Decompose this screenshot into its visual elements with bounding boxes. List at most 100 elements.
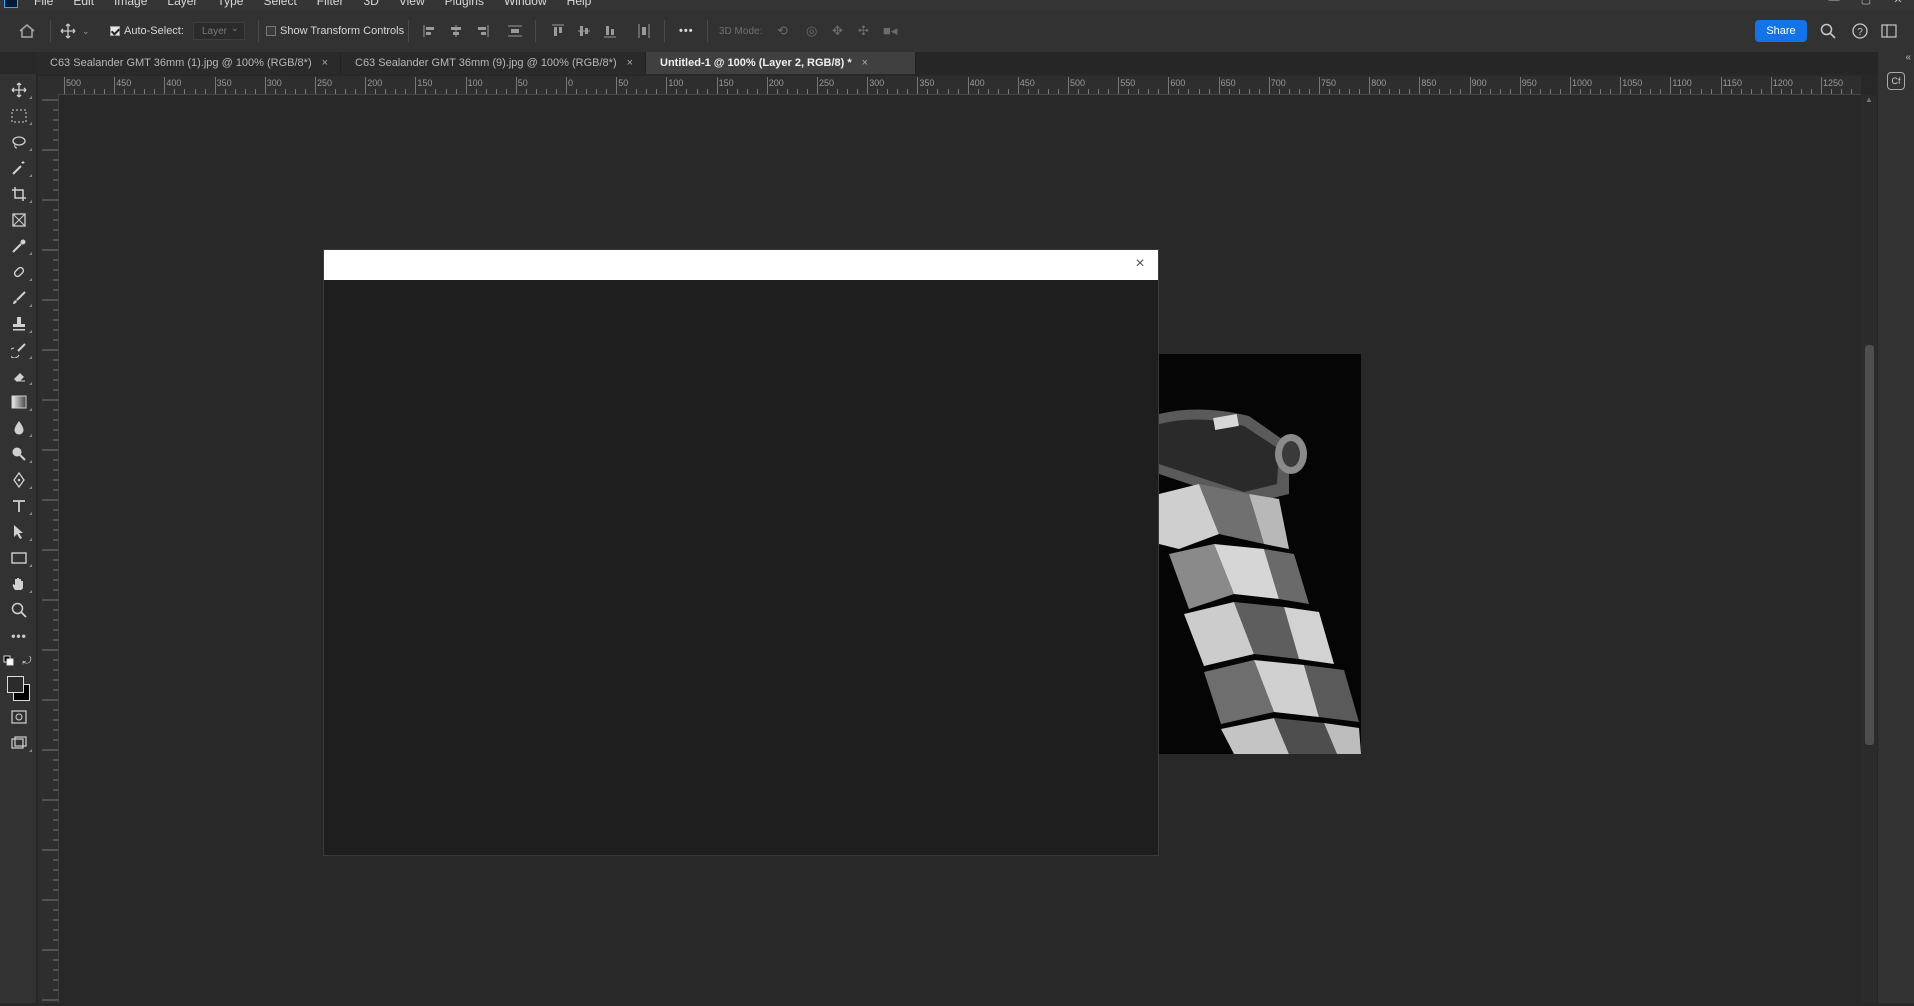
vertical-ruler[interactable] xyxy=(38,94,59,1003)
type-tool-icon[interactable] xyxy=(8,496,32,516)
horizontal-ruler[interactable]: 500 450 400 350 300 250 200 150 100 50 0 50 100 150 20… xyxy=(58,76,1861,95)
tab-document-1[interactable]: C63 Sealander GMT 36mm (1).jpg @ 100% (R… xyxy=(36,52,341,74)
ruler-major-tick xyxy=(1168,77,1170,94)
edit-toolbar-icon[interactable]: ••• xyxy=(8,626,30,646)
align-bottom-edges-icon[interactable] xyxy=(603,10,617,52)
menu-file[interactable]: File xyxy=(34,0,53,8)
ruler-minor-tick xyxy=(1037,89,1039,94)
distribute-vertical-icon[interactable] xyxy=(507,10,523,52)
orbit-3d-icon[interactable]: ⟲ xyxy=(777,10,788,52)
menu-image[interactable]: Image xyxy=(114,0,147,8)
ruler-minor-tick xyxy=(535,89,537,94)
menu-plugins[interactable]: Plugins xyxy=(445,0,484,8)
video-camera-3d-icon[interactable]: ■◂ xyxy=(883,10,897,52)
ruler-minor-tick xyxy=(294,89,296,94)
magic-wand-tool-icon[interactable] xyxy=(8,158,32,178)
maximize-icon[interactable]: ▢ xyxy=(1850,0,1882,6)
tab-document-9[interactable]: C63 Sealander GMT 36mm (9).jpg @ 100% (R… xyxy=(341,52,646,74)
align-vertical-centers-icon[interactable] xyxy=(577,10,591,52)
auto-select-target-value[interactable]: Layer xyxy=(193,20,245,40)
ruler-minor-tick xyxy=(1078,89,1080,94)
zoom-tool-icon[interactable] xyxy=(8,600,30,620)
search-icon[interactable] xyxy=(1820,10,1836,52)
crop-tool-icon[interactable] xyxy=(8,184,32,204)
workspace-icon[interactable] xyxy=(1881,10,1897,52)
slide-3d-icon[interactable]: ✣ xyxy=(858,10,869,52)
menu-filter[interactable]: Filter xyxy=(317,0,344,8)
close-icon[interactable]: × xyxy=(1130,254,1150,274)
auto-select-target-dropdown[interactable]: Layer xyxy=(193,10,245,52)
home-icon[interactable] xyxy=(18,10,36,52)
hand-tool-icon[interactable] xyxy=(8,574,32,594)
ruler-minor-tick xyxy=(375,89,377,94)
history-brush-tool-icon[interactable] xyxy=(8,340,32,360)
eraser-tool-icon[interactable] xyxy=(8,366,32,386)
blur-tool-icon[interactable] xyxy=(8,418,32,438)
creative-cloud-libraries-icon[interactable]: Cf xyxy=(1887,72,1905,90)
tab-untitled-1[interactable]: Untitled-1 @ 100% (Layer 2, RGB/8) * × xyxy=(646,52,916,74)
menu-help[interactable]: Help xyxy=(567,0,592,8)
close-window-icon[interactable]: ✕ xyxy=(1882,0,1914,6)
menu-view[interactable]: View xyxy=(399,0,425,8)
eyedropper-tool-icon[interactable] xyxy=(8,236,32,256)
marquee-tool-icon[interactable] xyxy=(8,106,32,126)
rectangle-tool-icon[interactable] xyxy=(8,548,32,568)
show-transform-controls-checkbox[interactable]: Show Transform Controls xyxy=(266,10,404,52)
menu-type[interactable]: Type xyxy=(217,0,243,8)
default-colors-icon[interactable] xyxy=(2,654,16,668)
lasso-tool-icon[interactable] xyxy=(8,132,32,152)
menu-layer[interactable]: Layer xyxy=(167,0,197,8)
frame-tool-icon[interactable] xyxy=(8,210,30,230)
clone-stamp-tool-icon[interactable] xyxy=(8,314,32,334)
ruler-minor-tick xyxy=(1389,89,1391,94)
gradient-tool-icon[interactable] xyxy=(8,392,32,412)
move-tool-icon[interactable] xyxy=(8,80,32,100)
align-right-edges-icon[interactable] xyxy=(474,10,490,52)
vertical-scrollbar[interactable]: ▲ xyxy=(1862,95,1877,1003)
ruler-minor-tick xyxy=(1700,89,1702,94)
distribute-horizontal-icon[interactable] xyxy=(637,10,651,52)
close-tab-icon[interactable]: × xyxy=(862,57,868,69)
ruler-minor-tick xyxy=(475,89,477,94)
ruler-minor-tick xyxy=(877,89,879,94)
ruler-label: 1200 xyxy=(1772,78,1793,88)
minimize-icon[interactable]: — xyxy=(1818,0,1850,6)
align-top-edges-icon[interactable] xyxy=(551,10,565,52)
screen-mode-icon[interactable] xyxy=(8,733,32,753)
align-horizontal-centers-icon[interactable] xyxy=(448,10,464,52)
move-tool-preset-icon[interactable]: ⌄ xyxy=(60,10,90,52)
ruler-minor-tick xyxy=(134,89,136,94)
quick-mask-icon[interactable] xyxy=(8,707,30,727)
close-tab-icon[interactable]: × xyxy=(322,57,328,69)
ruler-minor-tick xyxy=(796,89,798,94)
dodge-tool-icon[interactable] xyxy=(8,444,32,464)
menu-edit[interactable]: Edit xyxy=(73,0,94,8)
more-options-button[interactable]: ••• xyxy=(679,10,694,52)
close-tab-icon[interactable]: × xyxy=(627,57,633,69)
help-icon[interactable]: ? xyxy=(1852,10,1868,52)
chevron-down-icon[interactable]: ⌄ xyxy=(82,26,90,37)
path-selection-tool-icon[interactable] xyxy=(8,522,32,542)
foreground-color-swatch[interactable] xyxy=(7,676,24,693)
menu-select[interactable]: Select xyxy=(263,0,296,8)
swap-colors-icon[interactable]: ⤾ xyxy=(20,654,34,668)
auto-select-check-icon[interactable] xyxy=(110,26,120,36)
pen-tool-icon[interactable] xyxy=(8,470,32,490)
share-button[interactable]: Share xyxy=(1755,20,1807,42)
ruler-origin[interactable] xyxy=(38,76,59,95)
scroll-up-icon[interactable]: ▲ xyxy=(1865,95,1873,104)
auto-select-checkbox[interactable]: Auto-Select: xyxy=(110,10,184,52)
pan-3d-icon[interactable]: ✥ xyxy=(832,10,843,52)
expand-panels-icon[interactable]: « xyxy=(1905,52,1911,63)
roll-3d-icon[interactable]: ◎ xyxy=(806,10,817,52)
ruler-minor-tick xyxy=(897,89,899,94)
ruler-minor-tick xyxy=(1288,89,1290,94)
healing-brush-tool-icon[interactable] xyxy=(8,262,32,282)
brush-tool-icon[interactable] xyxy=(8,288,32,308)
menu-3d[interactable]: 3D xyxy=(363,0,378,8)
ruler-major-tick xyxy=(1419,77,1421,94)
menu-window[interactable]: Window xyxy=(504,0,547,8)
align-left-edges-icon[interactable] xyxy=(422,10,438,52)
show-transform-check-icon[interactable] xyxy=(266,26,276,36)
scrollbar-thumb[interactable] xyxy=(1865,345,1874,745)
